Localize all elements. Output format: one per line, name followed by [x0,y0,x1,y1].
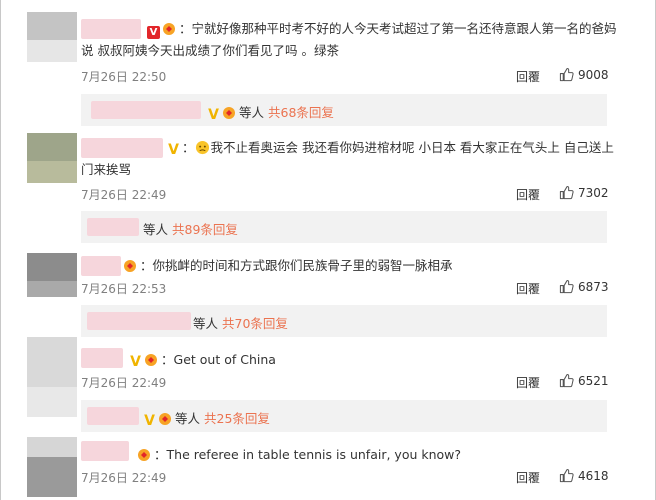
comment-date: 7月26日 22:49 [81,471,167,485]
avatar[interactable] [27,133,77,183]
verified-v-icon: V [144,413,155,429]
like-button[interactable]: 4618 [559,468,609,483]
reply-count-link[interactable]: 共25条回复 [204,411,270,426]
reply-button[interactable]: 回覆 [516,68,540,85]
sub-replies-bar[interactable]: 等人 共89条回复 [81,211,607,243]
like-button[interactable]: 7302 [559,185,609,200]
username[interactable] [81,19,141,39]
username[interactable] [81,441,129,461]
fan-badge-icon [163,23,175,35]
sub-replies-text: V 等人 共68条回复 [208,105,334,123]
like-count: 6873 [578,279,609,294]
verified-v-icon: V [147,26,160,39]
comment-date: 7月26日 22:53 [81,282,167,296]
confused-emoji-icon [195,140,209,155]
like-button[interactable]: 9008 [559,67,609,82]
like-count: 9008 [578,67,609,82]
like-button[interactable]: 6521 [559,373,609,388]
username[interactable] [81,256,121,276]
fan-badge-icon [223,107,235,119]
username[interactable] [81,348,123,368]
thumbs-up-icon [559,186,574,200]
fan-badge-icon [159,413,171,425]
like-count: 6521 [578,373,609,388]
verified-v-icon: V [130,354,141,370]
reply-button[interactable]: 回覆 [516,374,540,391]
comment-date: 7月26日 22:49 [81,376,167,390]
reply-count-link[interactable]: 共89条回复 [172,222,238,237]
comment-date: 7月26日 22:50 [81,70,167,84]
reply-button[interactable]: 回覆 [516,469,540,486]
sub-replies-text: V 等人 共25条回复 [144,411,270,429]
comment-text-line: 门来挨骂 [81,162,132,177]
thumbs-up-icon [559,68,574,82]
reply-count-link[interactable]: 共70条回复 [222,316,288,331]
thumbs-up-icon [559,374,574,388]
avatar[interactable] [27,337,77,417]
username[interactable] [81,138,163,158]
sub-replies-bar[interactable]: 等人 共70条回复 [81,305,607,337]
reply-button[interactable]: 回覆 [516,280,540,297]
reply-count-link[interactable]: 共68条回复 [268,105,334,120]
fan-badge-icon [145,354,157,366]
comment-text-line: ：The referee in table tennis is unfair, … [137,446,461,464]
sub-replies-text: 等人 共89条回复 [143,222,238,237]
thumbs-up-icon [559,280,574,294]
comment-text-line: ：你挑衅的时间和方式跟你们民族骨子里的弱智一脉相承 [123,257,453,275]
fan-badge-icon [124,260,136,272]
weibo-comment-list: V ：宁就好像那种平时考不好的人今天考试超过了第一名还待意跟人第一名的爸妈 说 叔… [0,0,656,500]
fan-badge-icon [138,449,150,461]
like-count: 7302 [578,185,609,200]
comment-text-line: 说 叔叔阿姨今天出成绩了你们看见了吗 。绿茶 [81,43,339,58]
avatar[interactable] [27,437,77,497]
avatar[interactable] [27,12,77,62]
thumbs-up-icon [559,469,574,483]
verified-v-icon: V [168,142,179,158]
like-count: 4618 [578,468,609,483]
avatar[interactable] [27,253,77,297]
verified-v-icon: V [208,107,219,123]
comment-text-line: V：我不止看奥运会 我还看你妈进棺材呢 小日本 看大家正在气头上 自己送上 [168,140,614,158]
comment-text-line: V ：Get out of China [130,352,276,370]
comment-text-line: V ：宁就好像那种平时考不好的人今天考试超过了第一名还待意跟人第一名的爸妈 [147,20,617,39]
reply-button[interactable]: 回覆 [516,186,540,203]
sub-replies-text: 等人 共70条回复 [193,316,288,331]
sub-replies-bar[interactable]: V 等人 共68条回复 [81,94,607,126]
sub-replies-bar[interactable]: V 等人 共25条回复 [81,400,607,432]
like-button[interactable]: 6873 [559,279,609,294]
comment-date: 7月26日 22:49 [81,188,167,202]
